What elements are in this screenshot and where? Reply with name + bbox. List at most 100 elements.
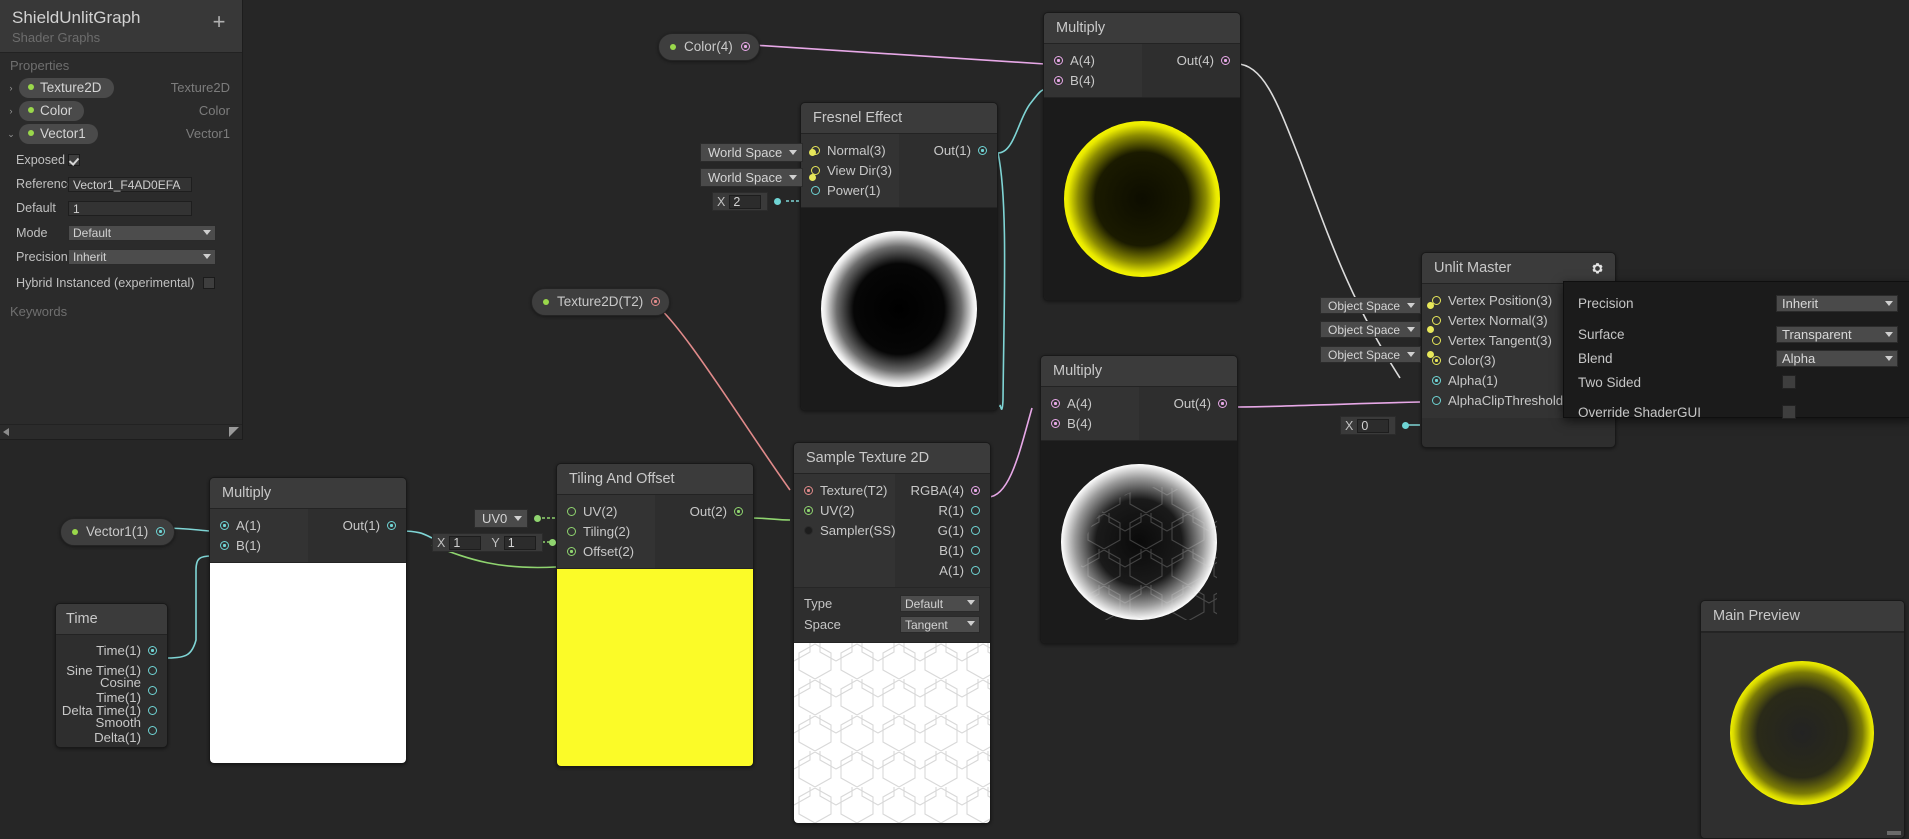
- setting-row-override-shadergui[interactable]: Override ShaderGUI: [1578, 400, 1898, 424]
- port-dot-icon[interactable]: [148, 725, 157, 735]
- port-dot-icon[interactable]: [1218, 398, 1227, 408]
- mode-dropdown[interactable]: Default: [68, 225, 216, 241]
- node-sample-texture-2d[interactable]: Sample Texture 2D Texture(T2) UV(2) Samp…: [793, 442, 991, 824]
- setting-row-blend[interactable]: Blend Alpha: [1578, 346, 1898, 370]
- port-dot-icon[interactable]: [567, 526, 576, 536]
- port-dot-icon[interactable]: [220, 540, 229, 550]
- port-dot-icon[interactable]: [387, 520, 396, 530]
- panel-main-preview[interactable]: Main Preview: [1700, 600, 1905, 839]
- output-port-out[interactable]: Out(2): [655, 501, 753, 521]
- output-port-cosine-time[interactable]: Cosine Time(1): [56, 675, 167, 705]
- blackboard-panel[interactable]: ShieldUnlitGraph Shader Graphs + Propert…: [0, 0, 243, 440]
- setting-type[interactable]: Type Default: [804, 593, 980, 614]
- two-sided-checkbox[interactable]: [1782, 375, 1796, 389]
- alpha-clip-value-field[interactable]: X: [1340, 416, 1397, 435]
- input-port-uv[interactable]: UV(2): [794, 500, 895, 520]
- main-preview-viewport[interactable]: [1701, 632, 1904, 838]
- add-property-button[interactable]: +: [209, 11, 229, 33]
- override-shadergui-checkbox[interactable]: [1782, 405, 1796, 419]
- node-tiling-and-offset[interactable]: Tiling And Offset UV(2) Tiling(2) Offset…: [556, 463, 754, 767]
- precision-dropdown[interactable]: Inherit: [1776, 294, 1898, 312]
- viewdir-space-dropdown[interactable]: World Space: [700, 168, 804, 187]
- input-port-offset[interactable]: Offset(2): [557, 541, 655, 561]
- setting-row-surface[interactable]: Surface Transparent: [1578, 322, 1898, 346]
- fresnel-viewdir-space-widget[interactable]: World Space: [700, 168, 817, 187]
- shader-graph-canvas[interactable]: ShieldUnlitGraph Shader Graphs + Propert…: [0, 0, 1909, 839]
- output-port-a[interactable]: A(1): [895, 560, 990, 580]
- power-input[interactable]: [729, 194, 762, 209]
- port-dot-icon[interactable]: [148, 665, 157, 675]
- gear-icon[interactable]: [1590, 261, 1605, 276]
- port-dot-icon[interactable]: [971, 525, 980, 535]
- collapse-chevron-icon[interactable]: ⌄: [5, 128, 17, 140]
- property-pill-color[interactable]: Color: [19, 100, 85, 121]
- hybrid-instanced-checkbox[interactable]: [202, 277, 215, 289]
- property-pill-vector1[interactable]: Vector1: [19, 123, 98, 144]
- vertex-normal-space-widget[interactable]: Object Space: [1320, 321, 1435, 338]
- setting-row-two-sided[interactable]: Two Sided: [1578, 370, 1898, 394]
- expand-chevron-icon[interactable]: ›: [5, 105, 17, 117]
- port-dot-icon[interactable]: [1221, 55, 1230, 65]
- port-dot-icon[interactable]: [734, 506, 743, 516]
- type-dropdown[interactable]: Default: [900, 595, 980, 612]
- output-port-vector1[interactable]: [156, 527, 166, 536]
- fresnel-normal-space-widget[interactable]: World Space: [700, 143, 817, 162]
- surface-dropdown[interactable]: Transparent: [1776, 325, 1898, 343]
- input-port-b[interactable]: B(1): [210, 535, 308, 555]
- property-row-color[interactable]: › Color Color: [0, 99, 242, 122]
- property-pill-texture2d[interactable]: Texture2D: [19, 77, 114, 98]
- setting-space[interactable]: Space Tangent: [804, 614, 980, 635]
- precision-dropdown[interactable]: Inherit: [68, 249, 216, 265]
- vertex-tangent-space-widget[interactable]: Object Space: [1320, 346, 1435, 363]
- blackboard-resize-bar[interactable]: [0, 424, 242, 439]
- port-dot-icon[interactable]: [1051, 418, 1060, 428]
- port-dot-icon[interactable]: [1051, 398, 1060, 408]
- field-default[interactable]: Default 1: [0, 198, 242, 218]
- vertex-tangent-space-dropdown[interactable]: Object Space: [1320, 346, 1422, 363]
- output-port-b[interactable]: B(1): [895, 540, 990, 560]
- port-dot-icon[interactable]: [1054, 55, 1063, 65]
- tiling-x-input[interactable]: [449, 535, 482, 550]
- exposed-checkbox[interactable]: [68, 154, 80, 166]
- default-input[interactable]: 1: [68, 200, 192, 216]
- output-port-color4[interactable]: [740, 42, 750, 51]
- node-multiply-top[interactable]: Multiply A(4) B(4) Out(4): [1043, 12, 1241, 301]
- port-dot-icon[interactable]: [148, 685, 157, 695]
- node-time[interactable]: Time Time(1) Sine Time(1) Cosine Time(1)…: [55, 603, 168, 748]
- vertex-position-space-dropdown[interactable]: Object Space: [1320, 297, 1422, 314]
- fresnel-power-widget[interactable]: X: [712, 192, 782, 211]
- port-dot-icon[interactable]: [567, 506, 576, 516]
- property-row-vector1[interactable]: ⌄ Vector1 Vector1: [0, 122, 242, 145]
- input-port-b[interactable]: B(4): [1041, 413, 1139, 433]
- output-port-smooth-delta[interactable]: Smooth Delta(1): [56, 715, 167, 745]
- input-port-b[interactable]: B(4): [1044, 70, 1142, 90]
- output-port-out[interactable]: Out(4): [1142, 50, 1240, 70]
- tiling-uv-channel-widget[interactable]: UV0: [474, 509, 542, 528]
- blend-dropdown[interactable]: Alpha: [1776, 349, 1898, 367]
- input-port-a[interactable]: A(4): [1041, 393, 1139, 413]
- port-dot-icon[interactable]: [978, 145, 987, 155]
- output-port-time[interactable]: Time(1): [56, 640, 167, 660]
- alpha-clip-threshold-widget[interactable]: X: [1340, 416, 1410, 435]
- setting-row-precision[interactable]: Precision Inherit: [1578, 291, 1898, 315]
- output-port-rgba[interactable]: RGBA(4): [895, 480, 990, 500]
- master-node-settings-popup[interactable]: Precision Inherit Surface Transparent Bl…: [1563, 281, 1909, 420]
- input-port-a[interactable]: A(1): [210, 515, 308, 535]
- output-port-texture[interactable]: [651, 297, 661, 306]
- field-mode[interactable]: Mode Default: [0, 223, 242, 243]
- field-hybrid-instanced[interactable]: Hybrid Instanced (experimental): [0, 273, 242, 293]
- vertex-position-space-widget[interactable]: Object Space: [1320, 297, 1435, 314]
- port-dot-icon[interactable]: [971, 485, 980, 495]
- graph-property-node-vector1[interactable]: Vector1(1): [60, 518, 176, 546]
- input-port-sampler[interactable]: Sampler(SS): [794, 520, 895, 540]
- port-dot-icon[interactable]: [1432, 375, 1441, 385]
- input-port-uv[interactable]: UV(2): [557, 501, 655, 521]
- graph-property-node-color[interactable]: Color(4): [658, 33, 760, 61]
- tiling-y-input[interactable]: [503, 535, 536, 550]
- port-dot-icon[interactable]: [804, 505, 813, 515]
- field-exposed[interactable]: Exposed: [0, 150, 242, 170]
- output-port-g[interactable]: G(1): [895, 520, 990, 540]
- field-precision[interactable]: Precision Inherit: [0, 247, 242, 267]
- port-dot-icon[interactable]: [971, 505, 980, 515]
- normal-space-dropdown[interactable]: World Space: [700, 143, 804, 162]
